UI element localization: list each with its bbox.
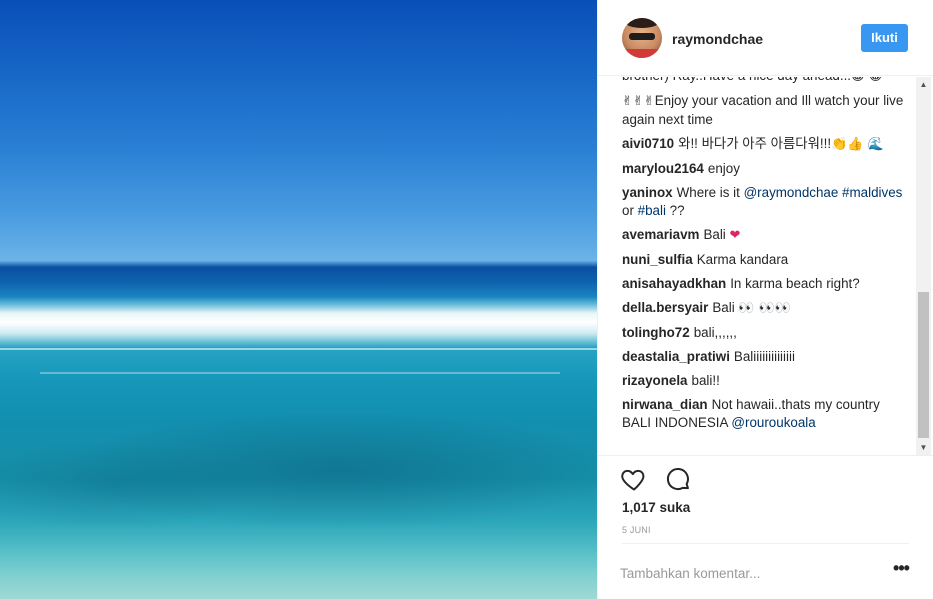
comment-item: nuni_sulfia Karma kandara: [622, 251, 912, 269]
comments-scrollbar[interactable]: ▲ ▼: [916, 77, 931, 455]
speech-bubble-icon[interactable]: [664, 465, 692, 493]
comment-mention-link[interactable]: #maldives: [842, 185, 902, 200]
comment-emoji: ✌✌✌: [622, 94, 655, 109]
comment-text: enjoy: [707, 161, 740, 176]
comment-item: della.bersyair Bali 👀 👀👀: [622, 299, 912, 318]
photo-foam-line: [0, 348, 597, 350]
comments-scroll-content: brother) Ray..Have a nice day ahead...😁 …: [622, 77, 912, 438]
post-photo[interactable]: [0, 0, 597, 599]
comment-username[interactable]: nirwana_dian: [622, 397, 708, 412]
comment-item: nirwana_dian Not hawaii..thats my country…: [622, 396, 912, 432]
comment-item: deastalia_pratiwi Baliiiiiiiiiiiiii: [622, 348, 912, 366]
comment-username[interactable]: tolingho72: [622, 325, 690, 340]
comment-text: Baliiiiiiiiiiiiii: [733, 349, 795, 364]
heart-outline-icon[interactable]: [620, 465, 648, 493]
comment-item: brother) Ray..Have a nice day ahead...😁 …: [622, 77, 912, 86]
avatar-glasses: [629, 33, 655, 40]
comment-emoji: ❤: [729, 228, 741, 243]
comment-text: Bali: [712, 300, 739, 315]
comment-emoji: 😁 😁: [851, 77, 882, 84]
photo-foam-line: [40, 372, 560, 374]
post-date[interactable]: 5 JUNI: [622, 525, 651, 535]
comment-item: aivi0710 와!! 바다가 아주 아름다워!!!👏👍 🌊: [622, 135, 912, 154]
comment-text: Karma kandara: [696, 252, 789, 267]
post-actions: [620, 465, 704, 493]
comment-item: avemariavm Bali ❤: [622, 226, 912, 245]
comment-item: anisahayadkhan In karma beach right?: [622, 275, 912, 293]
add-comment-input[interactable]: [620, 560, 880, 586]
divider: [598, 455, 933, 456]
post-header: raymondchae Ikuti: [598, 0, 933, 76]
post-sidebar: raymondchae Ikuti brother) Ray..Have a n…: [597, 0, 933, 599]
comment-username[interactable]: yaninox: [622, 185, 673, 200]
comment-text: 와!! 바다가 아주 아름다워!!!: [678, 136, 832, 151]
comment-text: or: [622, 203, 638, 218]
comment-item: tolingho72 bali,,,,,,: [622, 324, 912, 342]
comment-text: In karma beach right?: [730, 276, 860, 291]
heart-outline-svg: [621, 469, 645, 491]
comment-text: Where is it: [676, 185, 744, 200]
comment-emoji: 👏👍 🌊: [831, 137, 884, 152]
comment-username[interactable]: nuni_sulfia: [622, 252, 693, 267]
comment-username[interactable]: avemariavm: [622, 227, 699, 242]
comment-text: ??: [665, 203, 685, 218]
comment-username[interactable]: della.bersyair: [622, 300, 708, 315]
comment-mention-link[interactable]: #bali: [638, 203, 666, 218]
comment-username[interactable]: rizayonela: [622, 373, 688, 388]
divider: [622, 543, 909, 544]
speech-bubble-svg: [667, 468, 690, 491]
scroll-up-arrow-icon[interactable]: ▲: [916, 77, 931, 92]
avatar-shirt: [622, 49, 662, 58]
comment-username[interactable]: deastalia_pratiwi: [622, 349, 730, 364]
comment-username[interactable]: anisahayadkhan: [622, 276, 726, 291]
comment-emoji: 👀 👀👀: [738, 301, 792, 316]
photo-water-shade-2: [0, 440, 260, 530]
comment-text: bali,,,,,,: [693, 325, 737, 340]
comment-mention-link[interactable]: @raymondchae: [744, 185, 839, 200]
ellipsis-icon[interactable]: •••: [892, 559, 910, 581]
comment-text: Enjoy your vacation and Ill watch your l…: [622, 93, 904, 127]
comments-list[interactable]: brother) Ray..Have a nice day ahead...😁 …: [598, 77, 913, 455]
follow-button[interactable]: Ikuti: [861, 24, 908, 52]
likes-count[interactable]: 1,017 suka: [622, 500, 690, 515]
comment-item: ✌✌✌Enjoy your vacation and Ill watch you…: [622, 92, 912, 129]
avatar[interactable]: [622, 18, 662, 58]
comment-username[interactable]: marylou2164: [622, 161, 704, 176]
comment-item: rizayonela bali!!: [622, 372, 912, 390]
comment-item: marylou2164 enjoy: [622, 160, 912, 178]
avatar-hair: [625, 18, 659, 28]
scroll-down-arrow-icon[interactable]: ▼: [916, 440, 931, 455]
scroll-thumb[interactable]: [918, 292, 929, 438]
post-username[interactable]: raymondchae: [672, 31, 763, 47]
comment-text: Bali: [703, 227, 730, 242]
comment-item: yaninox Where is it @raymondchae #maldive…: [622, 184, 912, 220]
comment-text: bali!!: [691, 373, 720, 388]
comment-username[interactable]: aivi0710: [622, 136, 674, 151]
comment-text: brother) Ray..Have a nice day ahead...: [622, 77, 851, 83]
comment-mention-link[interactable]: @rouroukoala: [731, 415, 815, 430]
